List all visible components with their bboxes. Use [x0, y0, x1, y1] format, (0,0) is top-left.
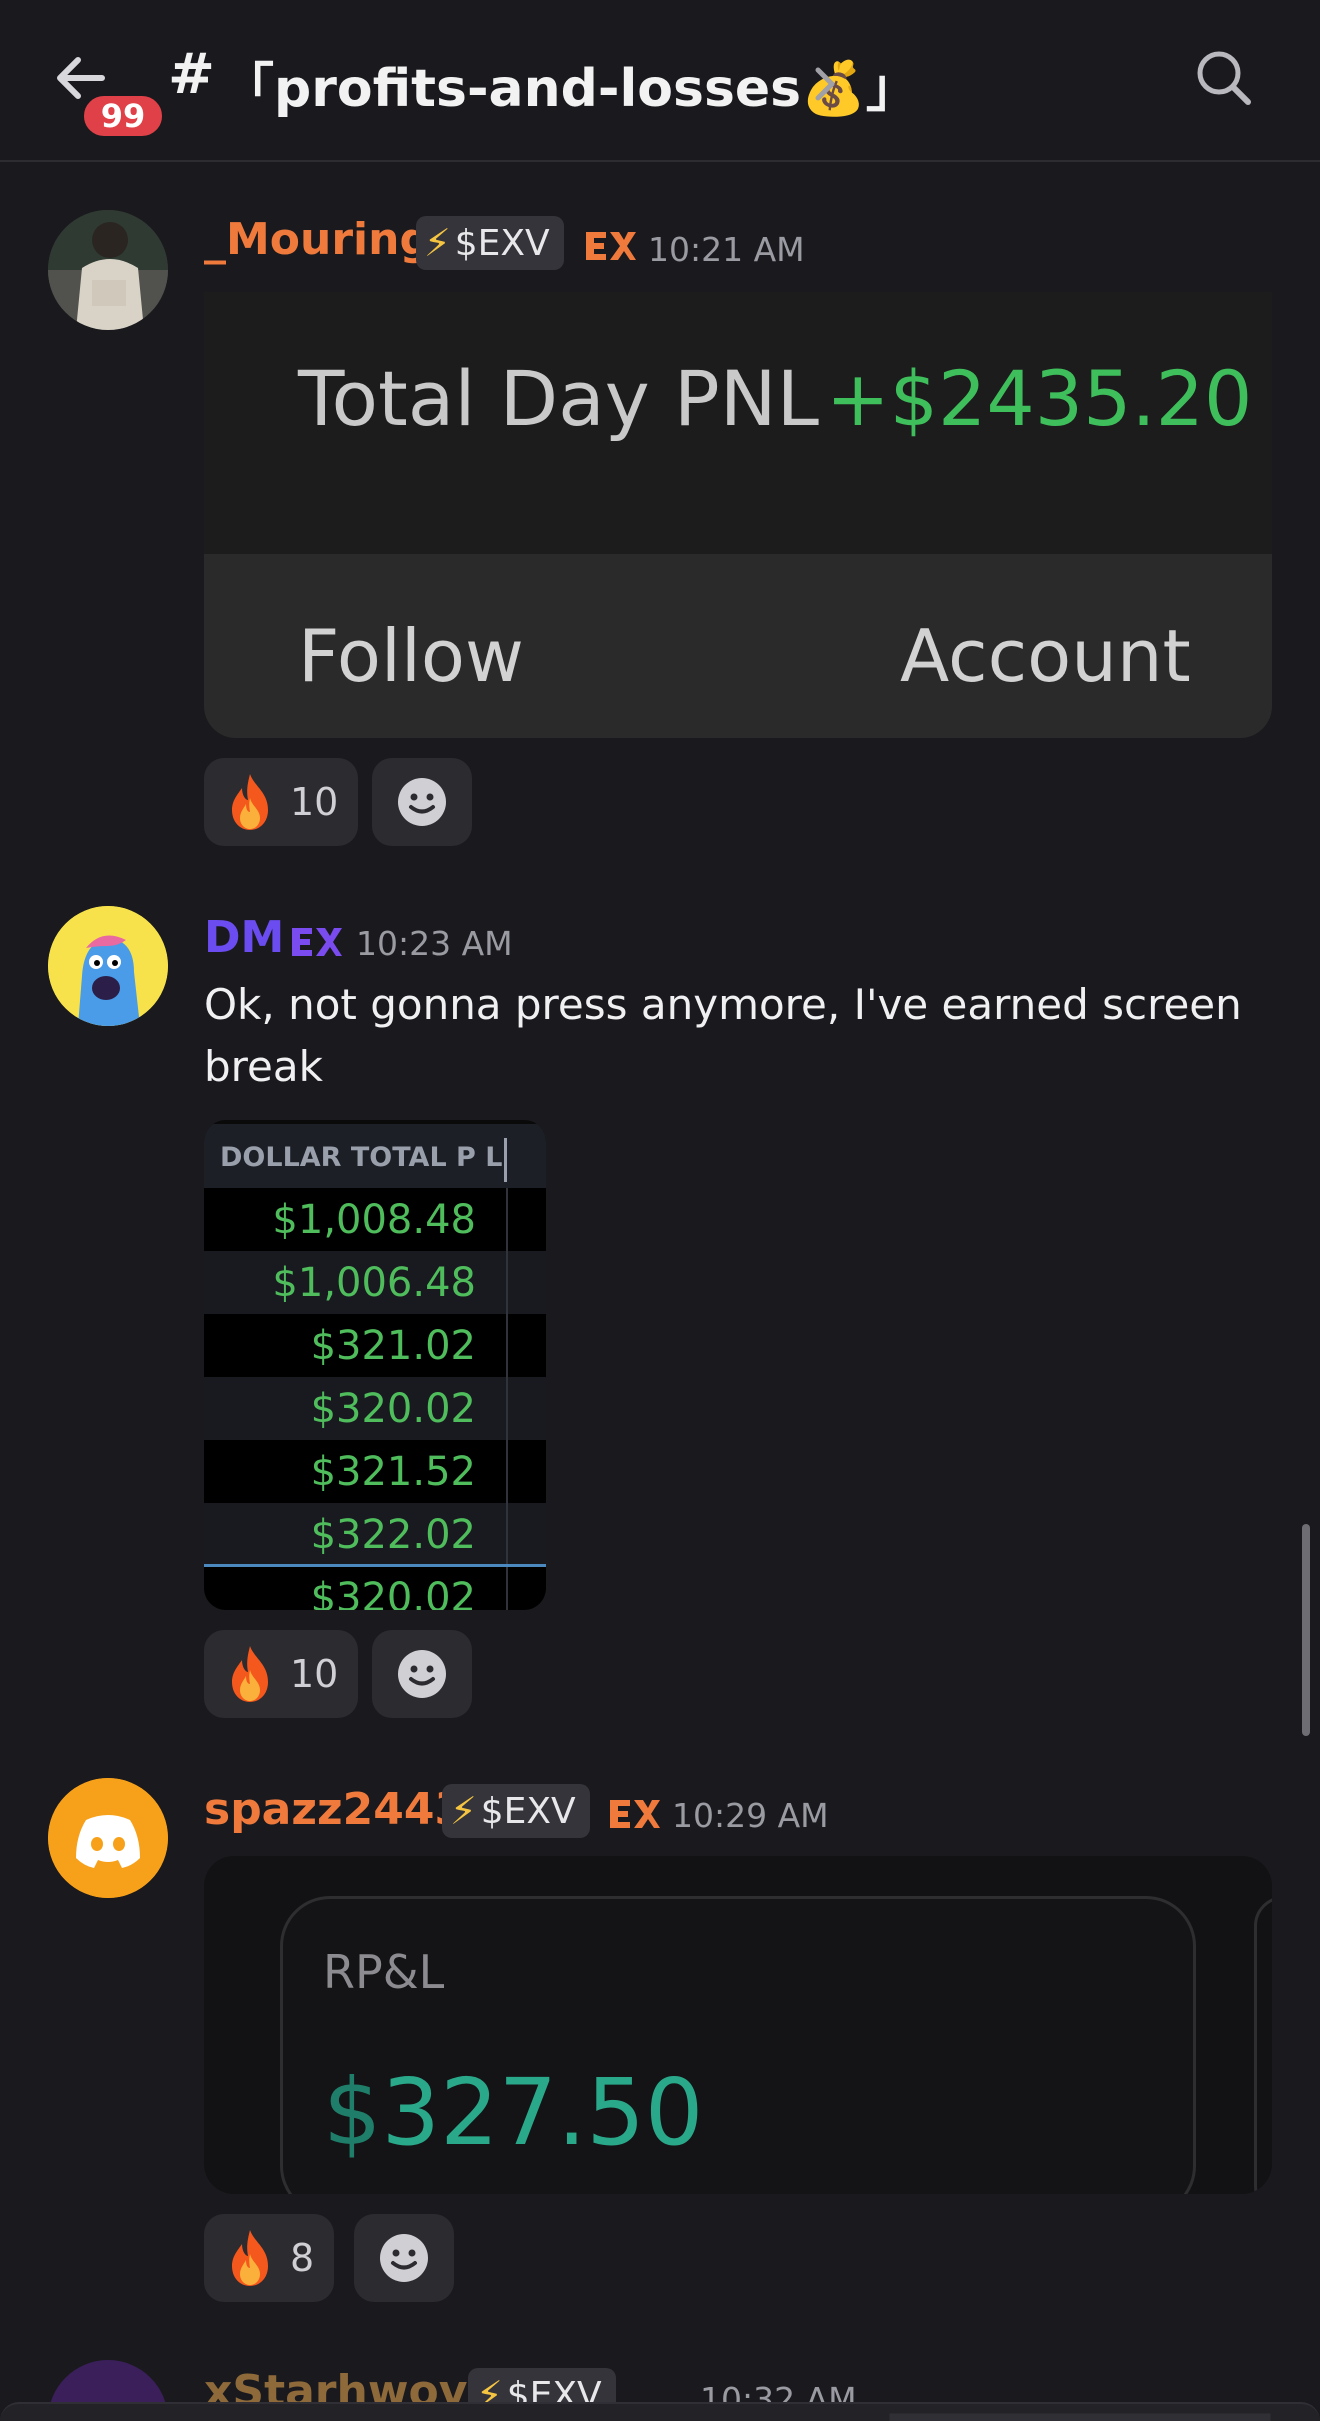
- reaction-fire[interactable]: 10: [204, 758, 359, 846]
- pnl-label: Total Day PNL: [298, 354, 819, 443]
- scrollbar[interactable]: [1302, 1524, 1310, 1736]
- fire-icon: [232, 774, 268, 830]
- add-reaction-icon: [380, 2234, 428, 2282]
- add-reaction-button[interactable]: [372, 758, 472, 846]
- reaction-count: 10: [290, 1652, 339, 1696]
- table-row: $320.02: [204, 1566, 546, 1610]
- reaction-fire[interactable]: 10: [204, 1630, 359, 1718]
- search-icon[interactable]: [1192, 46, 1256, 110]
- rpl-card: RP&L $327.50: [280, 1896, 1196, 2194]
- discord-icon: [48, 1778, 168, 1898]
- timestamp: 10:21 AM: [648, 230, 805, 269]
- ex-icon: [586, 232, 636, 260]
- reaction-count: 8: [290, 2236, 315, 2280]
- add-reaction-icon: [398, 778, 446, 826]
- table-divider: [506, 1188, 508, 1610]
- avatar[interactable]: [48, 1778, 168, 1898]
- table-highlight-line: [204, 1564, 546, 1567]
- role-tag-label: $EXV: [454, 222, 550, 264]
- role-tag[interactable]: ⚡ $EXV: [442, 1784, 590, 1838]
- table-row: $320.02: [204, 1377, 546, 1440]
- add-reaction-button[interactable]: [372, 1630, 472, 1718]
- pnl-embed-image[interactable]: Total Day PNL +$2435.20 Follow Account: [204, 292, 1272, 738]
- table-header-label: DOLLAR TOTAL P L: [220, 1142, 503, 1173]
- username[interactable]: _Mouring: [204, 214, 431, 265]
- avatar[interactable]: [48, 210, 168, 330]
- timestamp: 10:29 AM: [672, 1796, 829, 1835]
- table-header: DOLLAR TOTAL P L: [204, 1120, 546, 1188]
- rpl-card-next: [1254, 1896, 1272, 2194]
- username[interactable]: DM: [204, 912, 284, 963]
- pnl-value: +$2435.20: [826, 354, 1253, 443]
- message-text: Ok, not gonna press anymore, I've earned…: [204, 980, 1242, 1091]
- add-reaction-icon: [398, 1650, 446, 1698]
- rpl-embed-image[interactable]: RP&L $327.50: [204, 1856, 1272, 2194]
- channel-header: 99 # 「profits-and-losses💰」: [0, 0, 1320, 162]
- chat-screen: 99 # 「profits-and-losses💰」 _Mouring ⚡ $E…: [0, 0, 1320, 2421]
- add-reaction-button[interactable]: [354, 2214, 454, 2302]
- table-row: $322.02: [204, 1503, 546, 1566]
- bolt-icon: ⚡: [450, 1789, 477, 1833]
- ex-icon: [610, 1800, 660, 1828]
- unread-badge: 99: [80, 92, 166, 140]
- follow-label: Follow: [298, 614, 524, 698]
- pnl-embed-top: Total Day PNL +$2435.20: [204, 292, 1272, 554]
- username[interactable]: spazz2443: [204, 1784, 465, 1835]
- message-input-bar[interactable]: [0, 2402, 1320, 2421]
- pnl-table-image[interactable]: DOLLAR TOTAL P L $1,008.48 $1,006.48 $32…: [204, 1120, 546, 1610]
- role-tag-label: $EXV: [480, 1790, 576, 1832]
- reaction-count: 10: [290, 780, 339, 824]
- avatar[interactable]: [48, 906, 168, 1026]
- rpl-label: RP&L: [323, 1945, 445, 1999]
- channel-hash-icon: #: [168, 42, 215, 107]
- timestamp: 10:23 AM: [356, 924, 513, 963]
- table-row: $1,008.48: [204, 1188, 546, 1251]
- reaction-fire[interactable]: 8: [204, 2214, 335, 2302]
- rpl-currency: $: [323, 2059, 382, 2166]
- account-label: Account: [900, 614, 1191, 698]
- table-row: $321.52: [204, 1440, 546, 1503]
- rpl-amount: 327.50: [381, 2059, 704, 2166]
- role-tag[interactable]: ⚡ $EXV: [416, 216, 564, 270]
- table-row: $321.02: [204, 1314, 546, 1377]
- ex-icon: [292, 928, 342, 956]
- table-header-separator: [504, 1138, 507, 1182]
- rpl-value: $327.50: [323, 2059, 703, 2166]
- table-row: $1,006.48: [204, 1251, 546, 1314]
- chevron-right-icon[interactable]: [806, 60, 846, 108]
- fire-icon: [232, 2230, 268, 2286]
- pnl-embed-bottom: Follow Account: [204, 554, 1272, 738]
- fire-icon: [232, 1646, 268, 1702]
- bolt-icon: ⚡: [424, 221, 451, 265]
